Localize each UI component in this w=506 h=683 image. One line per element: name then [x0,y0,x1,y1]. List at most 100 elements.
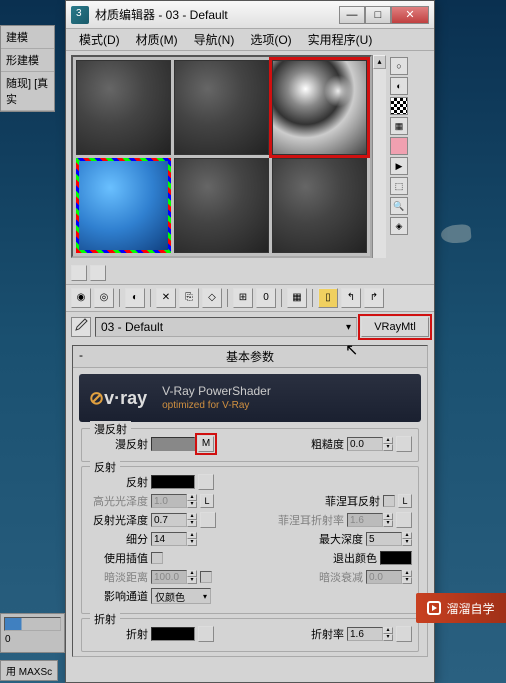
ior-map-button[interactable] [396,626,412,642]
material-slot-5[interactable] [174,158,269,253]
refract-color-swatch[interactable] [151,627,195,641]
assign-material-button[interactable]: ◐ [125,288,145,308]
make-copy-button[interactable]: ⎘ [179,288,199,308]
affect-channels-dropdown[interactable]: 仅颜色 [151,588,211,604]
diffuse-color-swatch[interactable] [151,437,195,451]
dim-falloff-label: 暗淡衰减 [319,569,363,585]
left-panel: 建模 形建模 随现] [真实 [0,25,55,112]
timeline-track[interactable] [4,617,61,631]
material-toolbar: ◉ ◎ ◐ ✕ ⎘ ◇ ⊞ 0 ▦ ▯ ↰ ↱ [66,284,434,312]
dim-falloff-spinner[interactable]: ▴▾ [366,570,412,584]
material-id-button[interactable]: 0 [256,288,276,308]
video-color-button[interactable] [390,137,408,155]
material-type-button[interactable]: VRayMtl [361,317,429,337]
minimize-button[interactable]: — [339,6,365,24]
background-button[interactable] [390,97,408,115]
separator [227,289,228,307]
status-bar: 用 MAXSc [0,660,120,681]
show-end-result-button[interactable]: ▯ [318,288,338,308]
scroll-up-icon[interactable]: ▴ [373,55,386,69]
menu-mode[interactable]: 模式(D) [71,29,128,50]
eyedropper-icon [74,318,88,332]
ior-label: 折射率 [311,626,344,642]
roughness-spinner[interactable]: ▴▾ [347,437,393,451]
fresnel-ior-spinner[interactable]: ▴▾ [347,513,393,527]
show-map-button[interactable]: ▦ [287,288,307,308]
pick-material-button[interactable] [71,317,91,337]
separator [150,289,151,307]
put-to-library-button[interactable]: ⊞ [233,288,253,308]
play-icon [427,601,441,615]
max-depth-label: 最大深度 [319,531,363,547]
roughness-map-button[interactable] [396,436,412,452]
menu-options[interactable]: 选项(O) [242,29,299,50]
go-to-parent-button[interactable]: ↰ [341,288,361,308]
titlebar[interactable]: 材质编辑器 - 03 - Default — □ ✕ [66,1,434,29]
make-unique-button[interactable]: ◇ [202,288,222,308]
subdivs-spinner[interactable]: ▴▾ [151,532,197,546]
fresnel-checkbox[interactable] [383,495,395,507]
dim-distance-checkbox[interactable] [200,571,212,583]
reset-map-button[interactable]: ✕ [156,288,176,308]
refl-gloss-spinner[interactable]: ▴▾ [151,513,197,527]
fresnel-ior-map-button[interactable] [396,512,412,528]
fresnel-ior-label: 菲涅耳折射率 [278,512,344,528]
material-slots-grid [71,55,372,258]
menu-material[interactable]: 材质(M) [128,29,186,50]
lock-hilight-button[interactable]: L [200,494,214,508]
hscroll-right-button[interactable] [90,265,106,281]
left-panel-item[interactable]: 建模 [1,26,54,49]
rollup-basic-params[interactable]: - 基本参数 [73,346,427,368]
left-panel-item[interactable]: 形建模 [1,49,54,72]
make-preview-button[interactable]: ▶ [390,157,408,175]
reflect-color-swatch[interactable] [151,475,195,489]
window-title: 材质编辑器 - 03 - Default [95,6,339,23]
select-by-material-button[interactable]: 🔍 [390,197,408,215]
material-slot-1[interactable] [76,60,171,155]
options-button[interactable]: ⬚ [390,177,408,195]
exit-color-swatch[interactable] [380,551,412,565]
sample-type-button[interactable]: ○ [390,57,408,75]
diffuse-map-button[interactable]: M [198,436,214,452]
put-material-button[interactable]: ◎ [94,288,114,308]
exit-color-label: 退出颜色 [333,550,377,566]
app-icon [71,6,89,24]
dim-distance-spinner[interactable]: ▴▾ [151,570,197,584]
hscroll-left-button[interactable] [71,265,87,281]
reflect-label: 反射 [88,474,148,490]
hilight-gloss-label: 高光光泽度 [88,493,148,509]
menu-navigation[interactable]: 导航(N) [186,29,243,50]
backlight-button[interactable]: ◐ [390,77,408,95]
ior-spinner[interactable]: ▴▾ [347,627,393,641]
use-interp-checkbox[interactable] [151,552,163,564]
material-slot-3-active[interactable] [272,60,367,155]
refract-map-button[interactable] [198,626,214,642]
material-slot-6[interactable] [272,158,367,253]
sample-uv-button[interactable]: ▦ [390,117,408,135]
diffuse-label: 漫反射 [88,436,148,452]
close-button[interactable]: ✕ [391,6,429,24]
max-depth-spinner[interactable]: ▴▾ [366,532,412,546]
refl-gloss-label: 反射光泽度 [88,512,148,528]
menu-utilities[interactable]: 实用程序(U) [300,29,381,50]
slots-scrollbar[interactable]: ▴ [372,55,386,258]
diffuse-legend: 漫反射 [90,421,131,437]
go-forward-button[interactable]: ↱ [364,288,384,308]
reflect-group: 反射 反射 高光光泽度 ▴▾ L 菲涅耳反射 L [81,466,419,614]
use-interp-label: 使用插值 [88,550,148,566]
material-slot-2[interactable] [174,60,269,155]
material-name-dropdown[interactable]: 03 - Default [95,317,357,337]
hilight-gloss-spinner[interactable]: ▴▾ [151,494,197,508]
restore-button[interactable]: □ [365,6,391,24]
left-panel-item[interactable]: 随现] [真实 [1,72,54,111]
separator [119,289,120,307]
timeline-frame-number: 0 [1,634,64,645]
refl-gloss-map-button[interactable] [200,512,216,528]
material-map-navigator-button[interactable]: ◈ [390,217,408,235]
get-material-button[interactable]: ◉ [71,288,91,308]
lock-fresnel-button[interactable]: L [398,494,412,508]
timeline-panel: 0 [0,613,65,653]
vray-title: V-Ray PowerShader [162,384,271,400]
material-slot-4[interactable] [76,158,171,253]
reflect-map-button[interactable] [198,474,214,490]
